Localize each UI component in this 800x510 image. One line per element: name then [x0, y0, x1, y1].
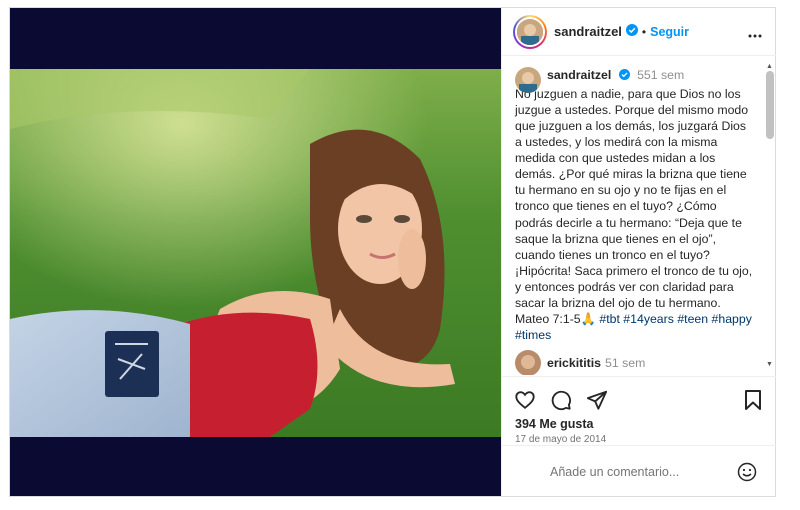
- scroll-up-icon[interactable]: ▲: [766, 63, 773, 70]
- likes-count[interactable]: 394 Me gusta: [515, 417, 594, 431]
- verified-badge-icon: [625, 23, 638, 41]
- caption-text: No juzguen a nadie, para que Dios no los…: [515, 86, 755, 344]
- caption-username[interactable]: sandraitzel: [547, 68, 611, 82]
- scrollbar-thumb[interactable]: [766, 71, 774, 139]
- post-photo[interactable]: [10, 69, 501, 437]
- comments-list[interactable]: sandraitzel 551 sem No juzguen a nadie, …: [502, 57, 776, 375]
- commenter-username[interactable]: erickititis: [547, 356, 601, 370]
- hashtag-link[interactable]: #times: [515, 328, 551, 342]
- author-username[interactable]: sandraitzel: [554, 24, 622, 39]
- bookmark-icon[interactable]: [744, 389, 762, 416]
- post-date[interactable]: 17 de mayo de 2014: [515, 434, 606, 445]
- comment-icon[interactable]: [550, 389, 572, 411]
- comments-scrollbar[interactable]: ▲ ▼: [765, 63, 774, 368]
- scroll-down-icon[interactable]: ▼: [766, 361, 773, 368]
- separator-dot: •: [641, 24, 647, 39]
- comment-time[interactable]: 51 sem: [605, 356, 645, 370]
- post-header: sandraitzel • Seguir: [502, 8, 776, 56]
- emoji-icon[interactable]: [737, 462, 757, 487]
- more-options-icon[interactable]: [748, 25, 762, 43]
- author-avatar[interactable]: [513, 14, 547, 49]
- comment-input[interactable]: [550, 462, 730, 482]
- post-dialog: sandraitzel • Seguir sandraitzel 551 sem…: [9, 7, 776, 497]
- hashtag-link[interactable]: #happy: [712, 312, 752, 326]
- caption: sandraitzel 551 sem No juzguen a nadie, …: [515, 67, 755, 343]
- post-actions: 394 Me gusta 17 de mayo de 2014: [502, 376, 776, 445]
- caption-avatar[interactable]: [515, 67, 541, 93]
- caption-time[interactable]: 551 sem: [637, 68, 684, 82]
- post-media: [10, 8, 501, 496]
- post-side-panel: sandraitzel • Seguir sandraitzel 551 sem…: [501, 8, 776, 496]
- add-comment-bar: [502, 445, 776, 496]
- follow-button[interactable]: Seguir: [650, 25, 689, 39]
- hashtag-link[interactable]: #14years: [623, 312, 674, 326]
- hashtag-link[interactable]: #tbt: [599, 312, 620, 326]
- share-icon[interactable]: [586, 389, 608, 411]
- caption-text-body: No juzguen a nadie, para que Dios no los…: [515, 86, 756, 327]
- comment-item: erickititis 51 sem: [515, 350, 645, 375]
- heart-icon[interactable]: [514, 389, 536, 411]
- hashtag-link[interactable]: #teen: [677, 312, 708, 326]
- verified-badge-icon: [618, 68, 630, 84]
- commenter-avatar[interactable]: [515, 350, 541, 375]
